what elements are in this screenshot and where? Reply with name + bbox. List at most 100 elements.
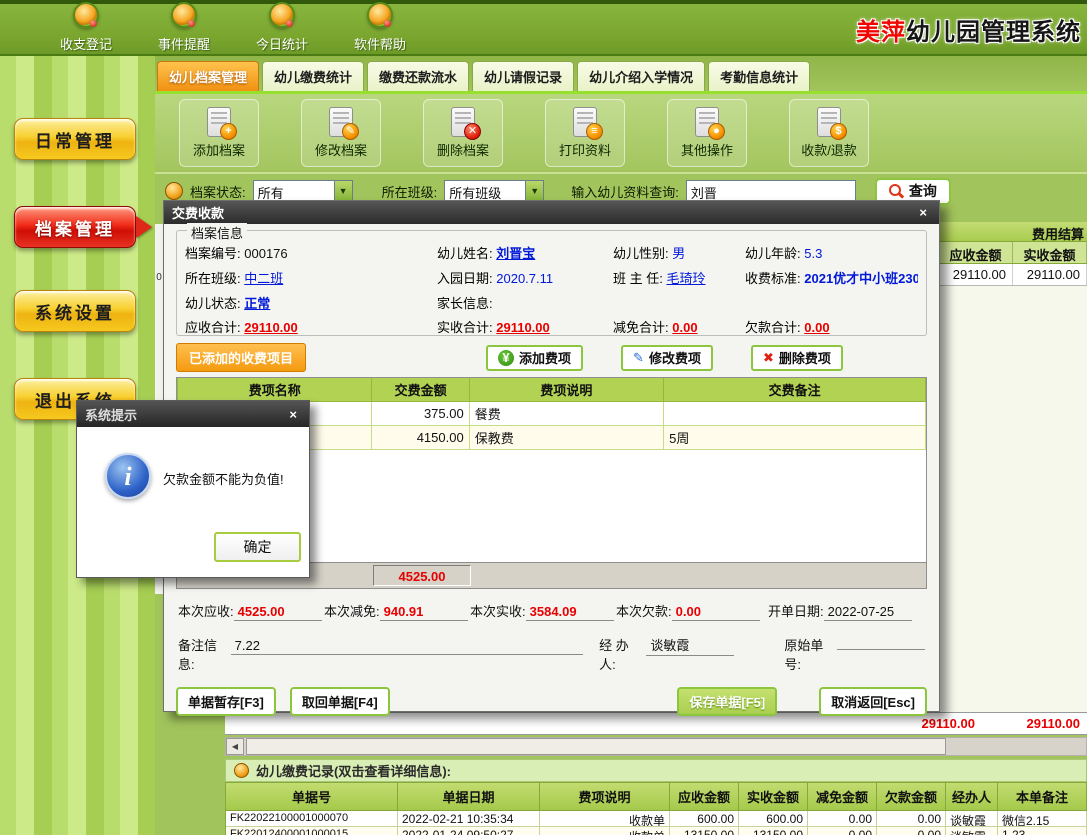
paid-field[interactable]: 3584.09 — [526, 604, 614, 621]
scroll-left-arrow-icon[interactable]: ◀ — [226, 738, 244, 755]
fee-total-value: 4525.00 — [373, 565, 471, 586]
received: 13150.00 — [739, 827, 808, 835]
bill-date-field[interactable]: 2022-07-25 — [824, 604, 912, 621]
query-label: 输入幼儿资料查询: — [571, 182, 679, 201]
edit-archive-button[interactable]: ✎ 修改档案 — [301, 99, 381, 167]
orange-ball-icon — [165, 182, 183, 200]
sidebar-item-settings[interactable]: 系统设置 — [14, 290, 136, 332]
status-link[interactable]: 正常 — [244, 296, 270, 311]
app-window: 收支登记 事件提醒 今日统计 软件帮助 美萍幼儿园管理系统 日常管理 — [0, 0, 1087, 835]
col-receivable: 应收金额 — [670, 782, 739, 811]
receivable-value: 29110.00 — [939, 264, 1013, 285]
discount-field[interactable]: 940.91 — [380, 604, 468, 621]
topbar-item-income[interactable]: 收支登记 — [54, 4, 118, 53]
total-receivable: 29110.00 — [875, 716, 975, 731]
app-title-brand: 美萍 — [856, 19, 906, 46]
receivable-sum-label: 应收合计: — [185, 320, 241, 335]
sidebar-item-archives[interactable]: 档案管理 — [14, 206, 136, 248]
dialog-buttons-row: 单据暂存[F3] 取回单据[F4] 保存单据[F5] 取消返回[Esc] — [176, 687, 927, 716]
fee-settlement-header: 费用结算 — [939, 222, 1087, 242]
button-label: 添加费项 — [519, 348, 571, 367]
payment-records-header: 幼儿缴费记录(双击查看详细信息): — [225, 759, 1087, 782]
paid-label: 本次实收: — [470, 601, 526, 620]
status-filter-label: 档案状态: — [190, 182, 246, 201]
fee-items-toolbar: 已添加的收费项目 ¥ 添加费项 ✎ 修改费项 ✖ 删除费项 — [176, 344, 927, 371]
money-bag-icon: ¥ — [498, 350, 514, 366]
topbar-item-help[interactable]: 软件帮助 — [348, 4, 412, 53]
arrears-field[interactable]: 0.00 — [672, 604, 760, 621]
receivable-column-header: 应收金额 — [939, 242, 1013, 263]
child-name-link[interactable]: 刘晋宝 — [496, 246, 535, 261]
temp-save-button[interactable]: 单据暂存[F3] — [176, 687, 276, 716]
tab-attendance-stats[interactable]: 考勤信息统计 — [708, 61, 810, 91]
remark-field[interactable]: 7.22 — [231, 638, 584, 655]
red-cross-icon: ✖ — [763, 350, 774, 366]
child-search-input[interactable]: 刘晋 — [686, 180, 856, 202]
tab-leave-records[interactable]: 幼儿请假记录 — [472, 61, 574, 91]
button-label: 其他操作 — [681, 140, 733, 159]
horizontal-scrollbar[interactable]: ◀ — [225, 737, 1087, 756]
edit-archive-icon: ✎ — [329, 107, 353, 137]
remark: 微信2.15 — [998, 811, 1087, 827]
status-select[interactable]: 所有 ▼ — [253, 180, 353, 202]
event-reminder-icon — [171, 2, 197, 28]
other-operations-icon: ● — [695, 107, 719, 137]
table-row[interactable]: FK22022100001000070 2022-02-21 10:35:34 … — [226, 811, 1087, 827]
add-archive-button[interactable]: + 添加档案 — [179, 99, 259, 167]
records-header-row: 单据号 单据日期 费项说明 应收金额 实收金额 减免金额 欠款金额 经办人 本单… — [226, 782, 1087, 811]
print-button[interactable]: ≡ 打印资料 — [545, 99, 625, 167]
active-arrow-icon — [136, 216, 152, 238]
tab-referral-enrollment[interactable]: 幼儿介绍入学情况 — [577, 61, 705, 91]
delete-fee-item-button[interactable]: ✖ 删除费项 — [751, 345, 843, 371]
close-icon[interactable]: × — [915, 205, 931, 220]
other-operations-button[interactable]: ● 其他操作 — [667, 99, 747, 167]
close-icon[interactable]: × — [285, 407, 301, 422]
scrollbar-thumb[interactable] — [246, 738, 946, 755]
messagebox-titlebar[interactable]: 系统提示 × — [77, 401, 309, 427]
table-row[interactable]: FK22012400001000015 2022-01-24 09:50:27 … — [226, 827, 1087, 835]
button-label: 修改档案 — [315, 140, 367, 159]
retrieve-receipt-button[interactable]: 取回单据[F4] — [290, 687, 390, 716]
col-received: 实收金额 — [739, 782, 808, 811]
receipt-no: FK22022100001000070 — [226, 811, 398, 827]
edit-badge-icon: ✎ — [342, 123, 359, 140]
ok-button[interactable]: 确定 — [214, 532, 301, 562]
original-no-field[interactable] — [837, 648, 925, 650]
original-no-label: 原始单号: — [784, 635, 837, 673]
other-badge-icon: ● — [708, 123, 725, 140]
topbar-item-label: 事件提醒 — [158, 34, 210, 53]
edit-fee-item-button[interactable]: ✎ 修改费项 — [621, 345, 713, 371]
class-select[interactable]: 所有班级 ▼ — [444, 180, 544, 202]
add-fee-item-button[interactable]: ¥ 添加费项 — [486, 345, 583, 371]
search-button-label: 查询 — [909, 181, 937, 201]
receivable: 600.00 — [670, 811, 739, 827]
discount-label: 本次减免: — [324, 601, 380, 620]
dialog-titlebar[interactable]: 交费收款 × — [164, 201, 939, 224]
tab-payment-stats[interactable]: 幼儿缴费统计 — [262, 61, 364, 91]
age-value: 5.3 — [804, 246, 822, 261]
cancel-return-button[interactable]: 取消返回[Esc] — [819, 687, 927, 716]
bill-date-label: 开单日期: — [768, 601, 824, 620]
sidebar-item-daily[interactable]: 日常管理 — [14, 118, 136, 160]
tab-child-archives[interactable]: 幼儿档案管理 — [157, 61, 259, 91]
delete-archive-button[interactable]: ✕ 删除档案 — [423, 99, 503, 167]
topbar-item-events[interactable]: 事件提醒 — [152, 4, 216, 53]
save-receipt-button[interactable]: 保存单据[F5] — [677, 687, 777, 716]
col-fee-remark: 交费备注 — [664, 378, 926, 402]
archive-toolbar: + 添加档案 ✎ 修改档案 ✕ 删除档案 ≡ 打印资料 ● 其他操作 — [155, 94, 1087, 174]
discount: 0.00 — [808, 811, 877, 827]
operator-field[interactable]: 谈敏霞 — [646, 635, 734, 656]
class-link[interactable]: 中二班 — [244, 271, 283, 286]
button-label: 添加档案 — [193, 140, 245, 159]
button-label: 删除档案 — [437, 140, 489, 159]
fee-settlement-table: 费用结算 应收金额 实收金额 29110.00 29110.00 — [938, 222, 1087, 718]
plus-badge-icon: + — [220, 123, 237, 140]
collect-refund-icon: $ — [817, 107, 841, 137]
topbar-item-today-stats[interactable]: 今日统计 — [250, 4, 314, 53]
sidebar-item-label: 系统设置 — [35, 299, 115, 324]
collect-refund-button[interactable]: $ 收款/退款 — [789, 99, 869, 167]
received-sum-label: 实收合计: — [437, 320, 493, 335]
teacher-link[interactable]: 毛琦玲 — [666, 271, 705, 286]
tab-payment-flow[interactable]: 缴费还款流水 — [367, 61, 469, 91]
tab-bar: 幼儿档案管理 幼儿缴费统计 缴费还款流水 幼儿请假记录 幼儿介绍入学情况 考勤信… — [155, 56, 1087, 94]
